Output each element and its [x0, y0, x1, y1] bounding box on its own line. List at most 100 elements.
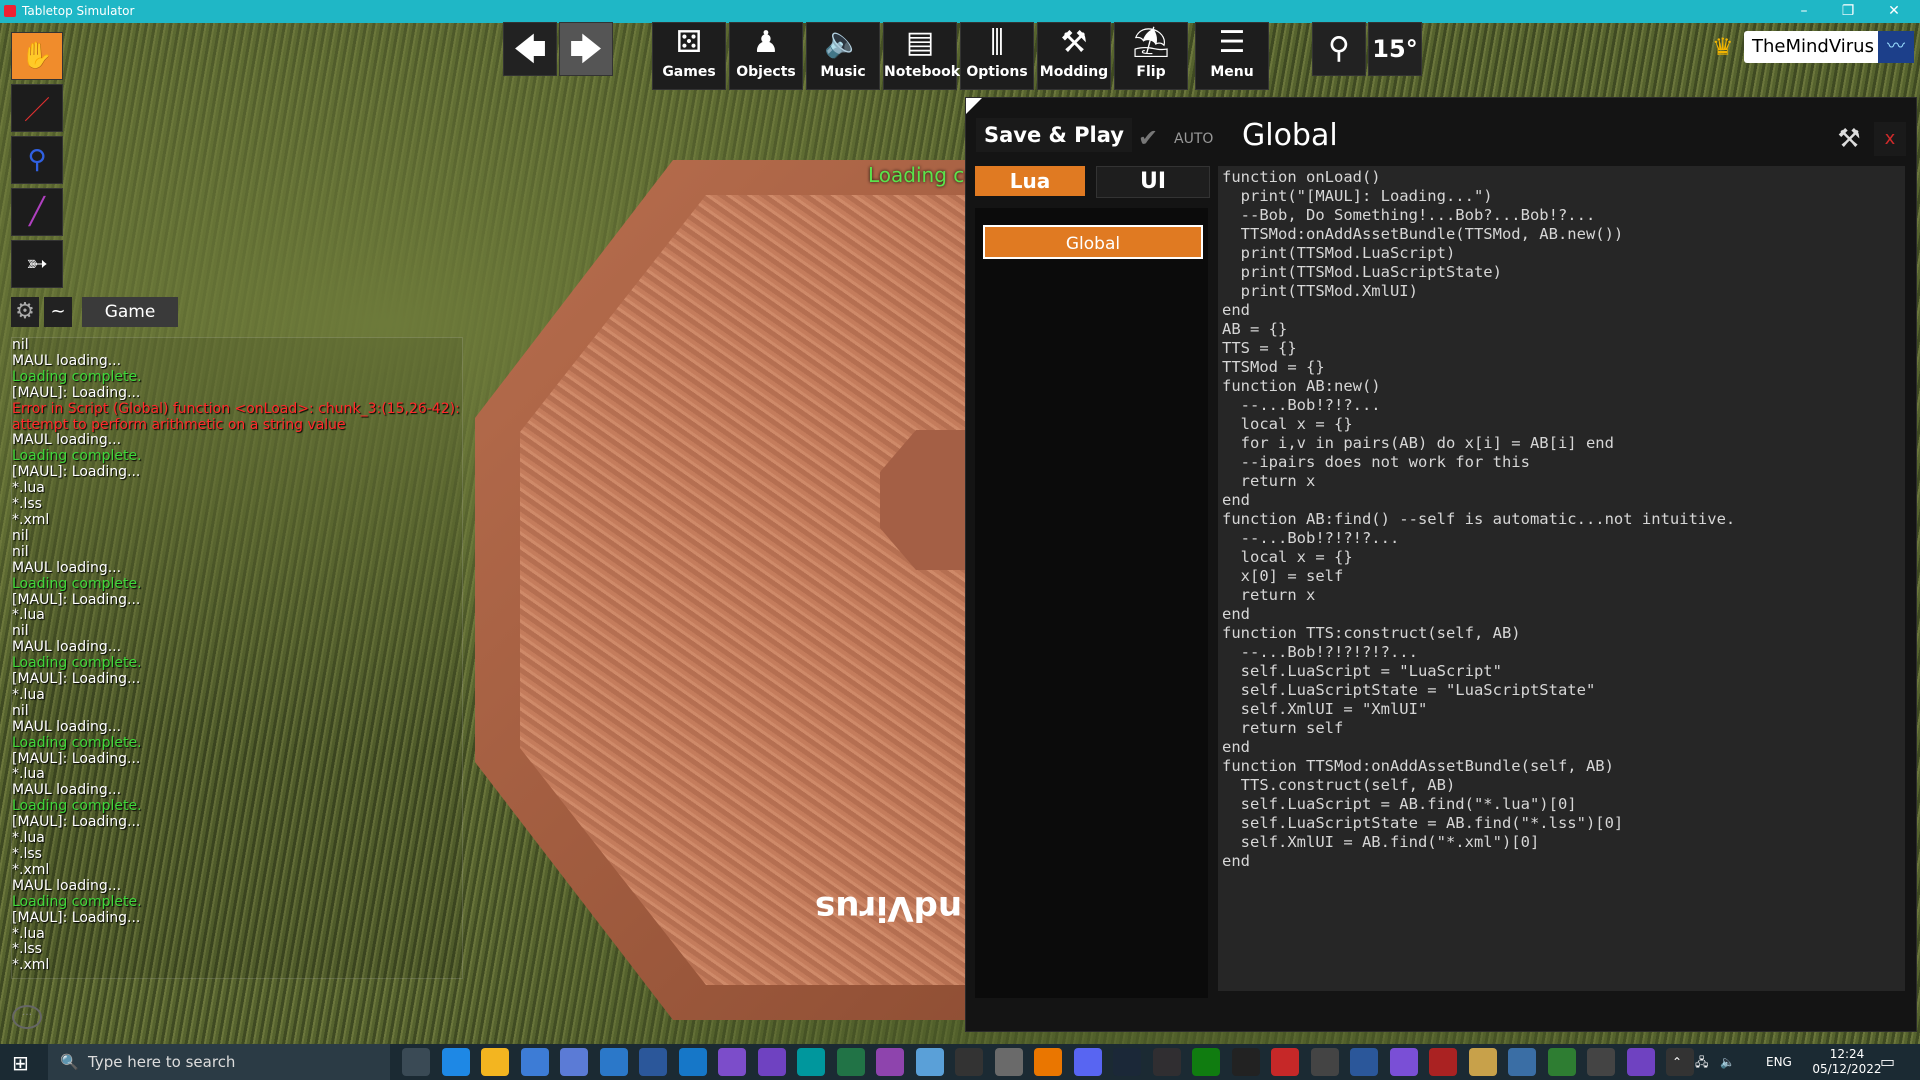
app3-icon[interactable] — [1389, 1048, 1418, 1076]
code-line: self.XmlUI = AB.find("*.xml")[0] — [1222, 833, 1540, 851]
script-item-global[interactable]: Global — [983, 225, 1203, 259]
chat-console-tab[interactable]: ~ — [44, 297, 72, 327]
tray-volume-icon[interactable]: 🔈 — [1720, 1044, 1735, 1080]
code-line: end — [1222, 605, 1250, 623]
app-icon[interactable] — [876, 1048, 904, 1076]
code-line: self.LuaScript = "LuaScript" — [1222, 662, 1502, 680]
close-window-button[interactable]: ✕ — [1874, 0, 1914, 23]
tray-clock[interactable]: 12:24 05/12/2022 — [1812, 1047, 1882, 1077]
chat-line: MAUL loading... — [12, 639, 122, 656]
chat-line: Loading complete. — [12, 734, 142, 751]
taskbar: ⊞ 🔍 Type here to search ⌃ 🖧 🔈 ENG 12:24 … — [0, 1044, 1920, 1080]
chat-settings-icon[interactable]: ⚙ — [11, 297, 39, 327]
tray-chevron-icon[interactable]: ⌃ — [1672, 1044, 1682, 1080]
tray-network-icon[interactable]: 🖧 — [1695, 1044, 1708, 1080]
script-editor-panel: Save & Play ✔ AUTO Global ⚒ x Lua UI Glo… — [965, 97, 1917, 1032]
tab-ui[interactable]: UI — [1096, 166, 1210, 198]
vscode-icon[interactable] — [678, 1048, 707, 1076]
xbox-icon[interactable] — [1192, 1048, 1220, 1076]
github-icon[interactable] — [757, 1048, 786, 1076]
chat-line: *.lua — [12, 686, 45, 703]
wrench-icon[interactable]: ⚒ — [1832, 122, 1866, 156]
code-editor[interactable]: function onLoad() print("[MAUL]: Loading… — [1218, 166, 1905, 991]
discord-icon[interactable] — [1073, 1048, 1102, 1076]
store-icon[interactable] — [520, 1048, 549, 1076]
tts-icon[interactable] — [1271, 1048, 1299, 1076]
options-button[interactable]: ⫼ Options — [960, 22, 1034, 90]
resize-corner[interactable] — [966, 98, 982, 114]
chat-input-icon[interactable]: … — [12, 1005, 42, 1029]
blender-icon[interactable] — [1034, 1048, 1062, 1076]
word-icon[interactable] — [639, 1048, 667, 1076]
voice-icon[interactable]: 〰 — [1878, 31, 1914, 63]
vs-icon[interactable] — [1626, 1048, 1655, 1076]
minimize-button[interactable]: – — [1784, 0, 1824, 23]
rotation-snap-button[interactable]: 15° — [1368, 22, 1422, 76]
terminal-icon[interactable] — [955, 1048, 983, 1076]
undo-button[interactable]: 🡄 — [503, 22, 557, 76]
games-button[interactable]: ⚄ Games — [652, 22, 726, 90]
menu-button[interactable]: ☰ Menu — [1195, 22, 1269, 90]
grab-tool-button[interactable]: ✋ — [11, 32, 63, 80]
chat-line: MAUL loading... — [12, 718, 122, 735]
code-line: print(TTSMod.LuaScript) — [1222, 244, 1456, 262]
notebook-button[interactable]: ▤ Notebook — [883, 22, 961, 90]
chat-line: *.lua — [12, 607, 45, 624]
edge-icon[interactable] — [441, 1048, 470, 1076]
app7-icon[interactable] — [1547, 1048, 1576, 1076]
objects-button[interactable]: ♟ Objects — [729, 22, 803, 90]
close-editor-button[interactable]: x — [1874, 122, 1906, 156]
notepad-icon[interactable] — [915, 1048, 944, 1076]
word2-icon[interactable] — [1350, 1048, 1378, 1076]
start-icon[interactable]: ⊞ — [12, 1052, 34, 1074]
modding-button[interactable]: ⚒ Modding — [1037, 22, 1111, 90]
pen-icon: ／ — [23, 95, 50, 126]
tray-language[interactable]: ENG — [1766, 1044, 1792, 1080]
player-name[interactable]: TheMindVirus — [1744, 31, 1882, 63]
pawn-icon: ♟ — [752, 25, 780, 60]
app8-icon[interactable] — [1587, 1048, 1615, 1076]
chat-line: MAUL loading... — [12, 877, 122, 894]
mail-icon[interactable] — [560, 1048, 588, 1076]
app2-icon[interactable] — [1310, 1048, 1339, 1076]
music-button[interactable]: 🔈 Music — [806, 22, 880, 90]
stickman-button[interactable]: ⚲ — [1312, 22, 1366, 76]
excel-icon[interactable] — [836, 1048, 865, 1076]
chat-tab-game[interactable]: Game — [82, 297, 178, 327]
app5-icon[interactable] — [1468, 1048, 1497, 1076]
photos-icon[interactable] — [599, 1048, 628, 1076]
speaker-icon: 🔈 — [824, 25, 862, 60]
obs-icon[interactable] — [1152, 1048, 1181, 1076]
chat-line: [MAUL]: Loading... — [12, 750, 141, 767]
flip-button[interactable]: ⛱ Flip — [1114, 22, 1188, 90]
code-line: function AB:find() --self is automatic..… — [1222, 510, 1736, 528]
tab-lua[interactable]: Lua — [975, 166, 1085, 196]
auto-checkbox[interactable]: ✔ — [1138, 124, 1158, 152]
editor-title: Global — [1242, 118, 1338, 153]
line-tool-button[interactable]: ╱ — [11, 188, 63, 236]
gizmo-tool-button[interactable]: ➳ — [11, 240, 63, 288]
task-view-icon[interactable] — [402, 1048, 430, 1076]
zoom-icon: ⚲ — [27, 145, 47, 175]
toolbar-button-label: Notebook — [884, 64, 961, 80]
steam-icon[interactable] — [1113, 1048, 1141, 1076]
pen-tool-button[interactable]: ／ — [11, 84, 63, 132]
chat-line: *.lua — [12, 830, 45, 847]
zoom-tool-button[interactable]: ⚲ — [11, 136, 63, 184]
line-icon: ╱ — [29, 197, 45, 227]
app6-icon[interactable] — [1508, 1048, 1536, 1076]
app4-icon[interactable] — [1429, 1048, 1457, 1076]
taskbar-search[interactable]: 🔍 Type here to search — [48, 1044, 390, 1080]
redo-button[interactable]: 🡆 — [559, 22, 613, 76]
save-play-button[interactable]: Save & Play — [976, 118, 1132, 152]
hand-icon: ✋ — [20, 41, 54, 71]
unity-icon[interactable] — [1231, 1048, 1260, 1076]
notification-icon[interactable]: ▭ — [1880, 1044, 1895, 1080]
explorer-icon[interactable] — [481, 1048, 509, 1076]
code-line: --...Bob!?!?!?!?... — [1222, 643, 1418, 661]
visual-studio-icon[interactable] — [718, 1048, 746, 1076]
arduino-icon[interactable] — [797, 1048, 825, 1076]
print-icon[interactable] — [994, 1048, 1023, 1076]
restore-button[interactable]: ❐ — [1828, 0, 1868, 23]
code-line: AB = {} — [1222, 320, 1288, 338]
